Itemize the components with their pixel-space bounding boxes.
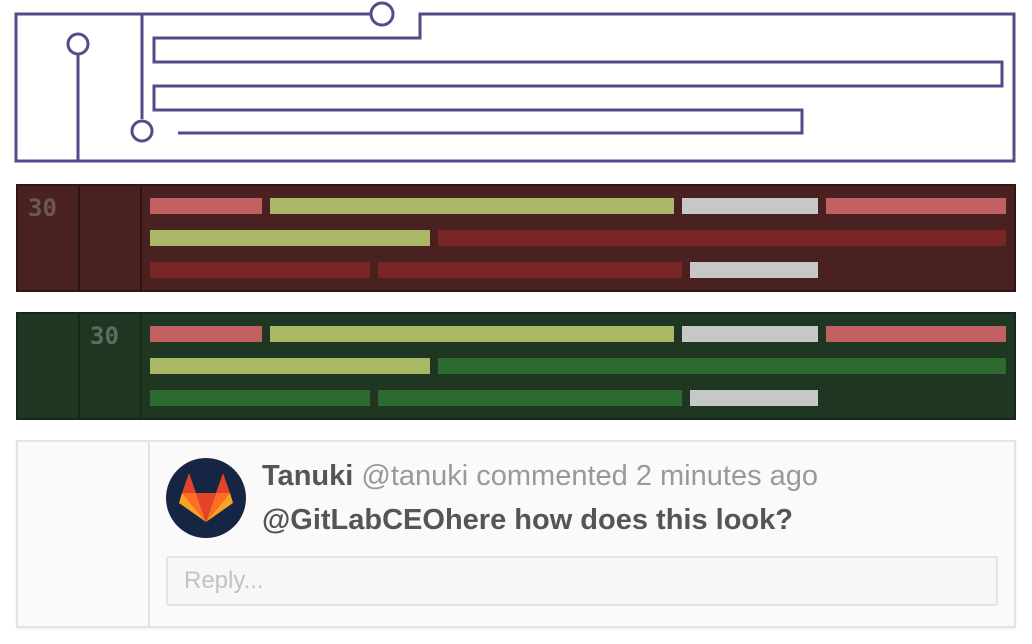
comment-action: commented [476, 460, 628, 492]
code-token [438, 358, 1006, 374]
author-name[interactable]: Tanuki [262, 460, 353, 492]
new-line-gutter[interactable]: 30 [80, 314, 142, 418]
code-token [270, 198, 674, 214]
diff-line-removed: 30 [16, 184, 1016, 292]
code-token [150, 390, 370, 406]
code-token [150, 262, 370, 278]
code-token [690, 262, 818, 278]
commit-node-left [66, 32, 90, 56]
reply-input[interactable] [166, 556, 998, 606]
new-line-number: 30 [90, 322, 119, 350]
code-token [690, 390, 818, 406]
old-line-gutter[interactable] [18, 314, 80, 418]
code-token [150, 230, 430, 246]
comment-time[interactable]: 2 minutes ago [636, 460, 818, 492]
code-token [150, 358, 430, 374]
comment-header: Tanuki @tanuki commented 2 minutes ago [262, 460, 818, 493]
code-token [150, 198, 262, 214]
commit-node-top [369, 1, 395, 27]
code-token [682, 326, 818, 342]
commit-node-bottom [130, 119, 154, 143]
old-line-gutter[interactable]: 30 [18, 186, 80, 290]
code-content [144, 186, 1014, 290]
code-token [378, 390, 682, 406]
code-token [438, 230, 1006, 246]
commit-graph [14, 1, 1016, 163]
new-line-gutter[interactable] [80, 186, 142, 290]
code-token [682, 198, 818, 214]
author-handle[interactable]: @tanuki [361, 460, 468, 492]
code-token [270, 326, 674, 342]
diff-line-added: 30 [16, 312, 1016, 420]
code-token [150, 326, 262, 342]
code-token [826, 198, 1006, 214]
comment-thread: Tanuki @tanuki commented 2 minutes ago @… [16, 440, 1016, 628]
code-token [826, 326, 1006, 342]
old-line-number: 30 [28, 194, 57, 222]
comment-gutter [18, 442, 150, 626]
comment-body: @GitLabCEOhere how does this look? [262, 504, 793, 536]
graph-frame [14, 12, 1016, 163]
avatar[interactable] [166, 458, 246, 538]
code-content [144, 314, 1014, 418]
gitlab-tanuki-icon [179, 473, 233, 522]
code-token [378, 262, 682, 278]
